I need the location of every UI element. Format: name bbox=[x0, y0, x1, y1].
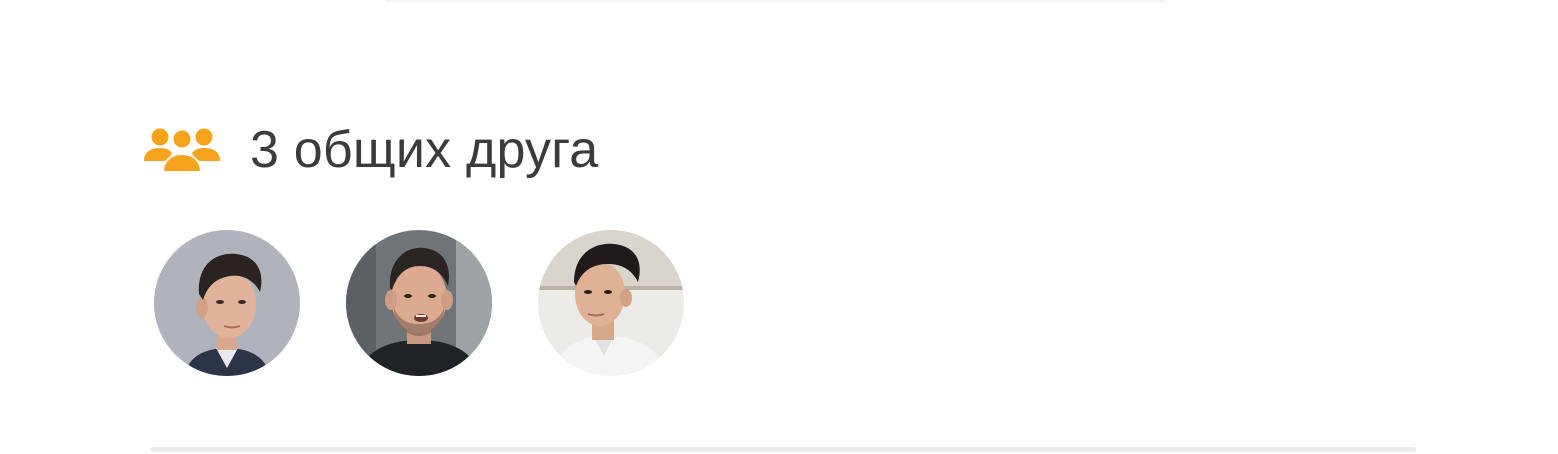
friend-avatar-1[interactable] bbox=[154, 230, 300, 376]
friend-avatar-2[interactable] bbox=[346, 230, 492, 376]
mutual-friends-avatars bbox=[154, 230, 684, 376]
friends-group-icon bbox=[144, 127, 220, 173]
mutual-friends-title: 3 общих друга bbox=[250, 121, 599, 179]
top-divider bbox=[385, 0, 1165, 2]
friend-avatar-3[interactable] bbox=[538, 230, 684, 376]
mutual-friends-section: 3 общих друга bbox=[144, 118, 1416, 376]
mutual-friends-header: 3 общих друга bbox=[144, 118, 1416, 182]
bottom-divider bbox=[150, 447, 1416, 452]
